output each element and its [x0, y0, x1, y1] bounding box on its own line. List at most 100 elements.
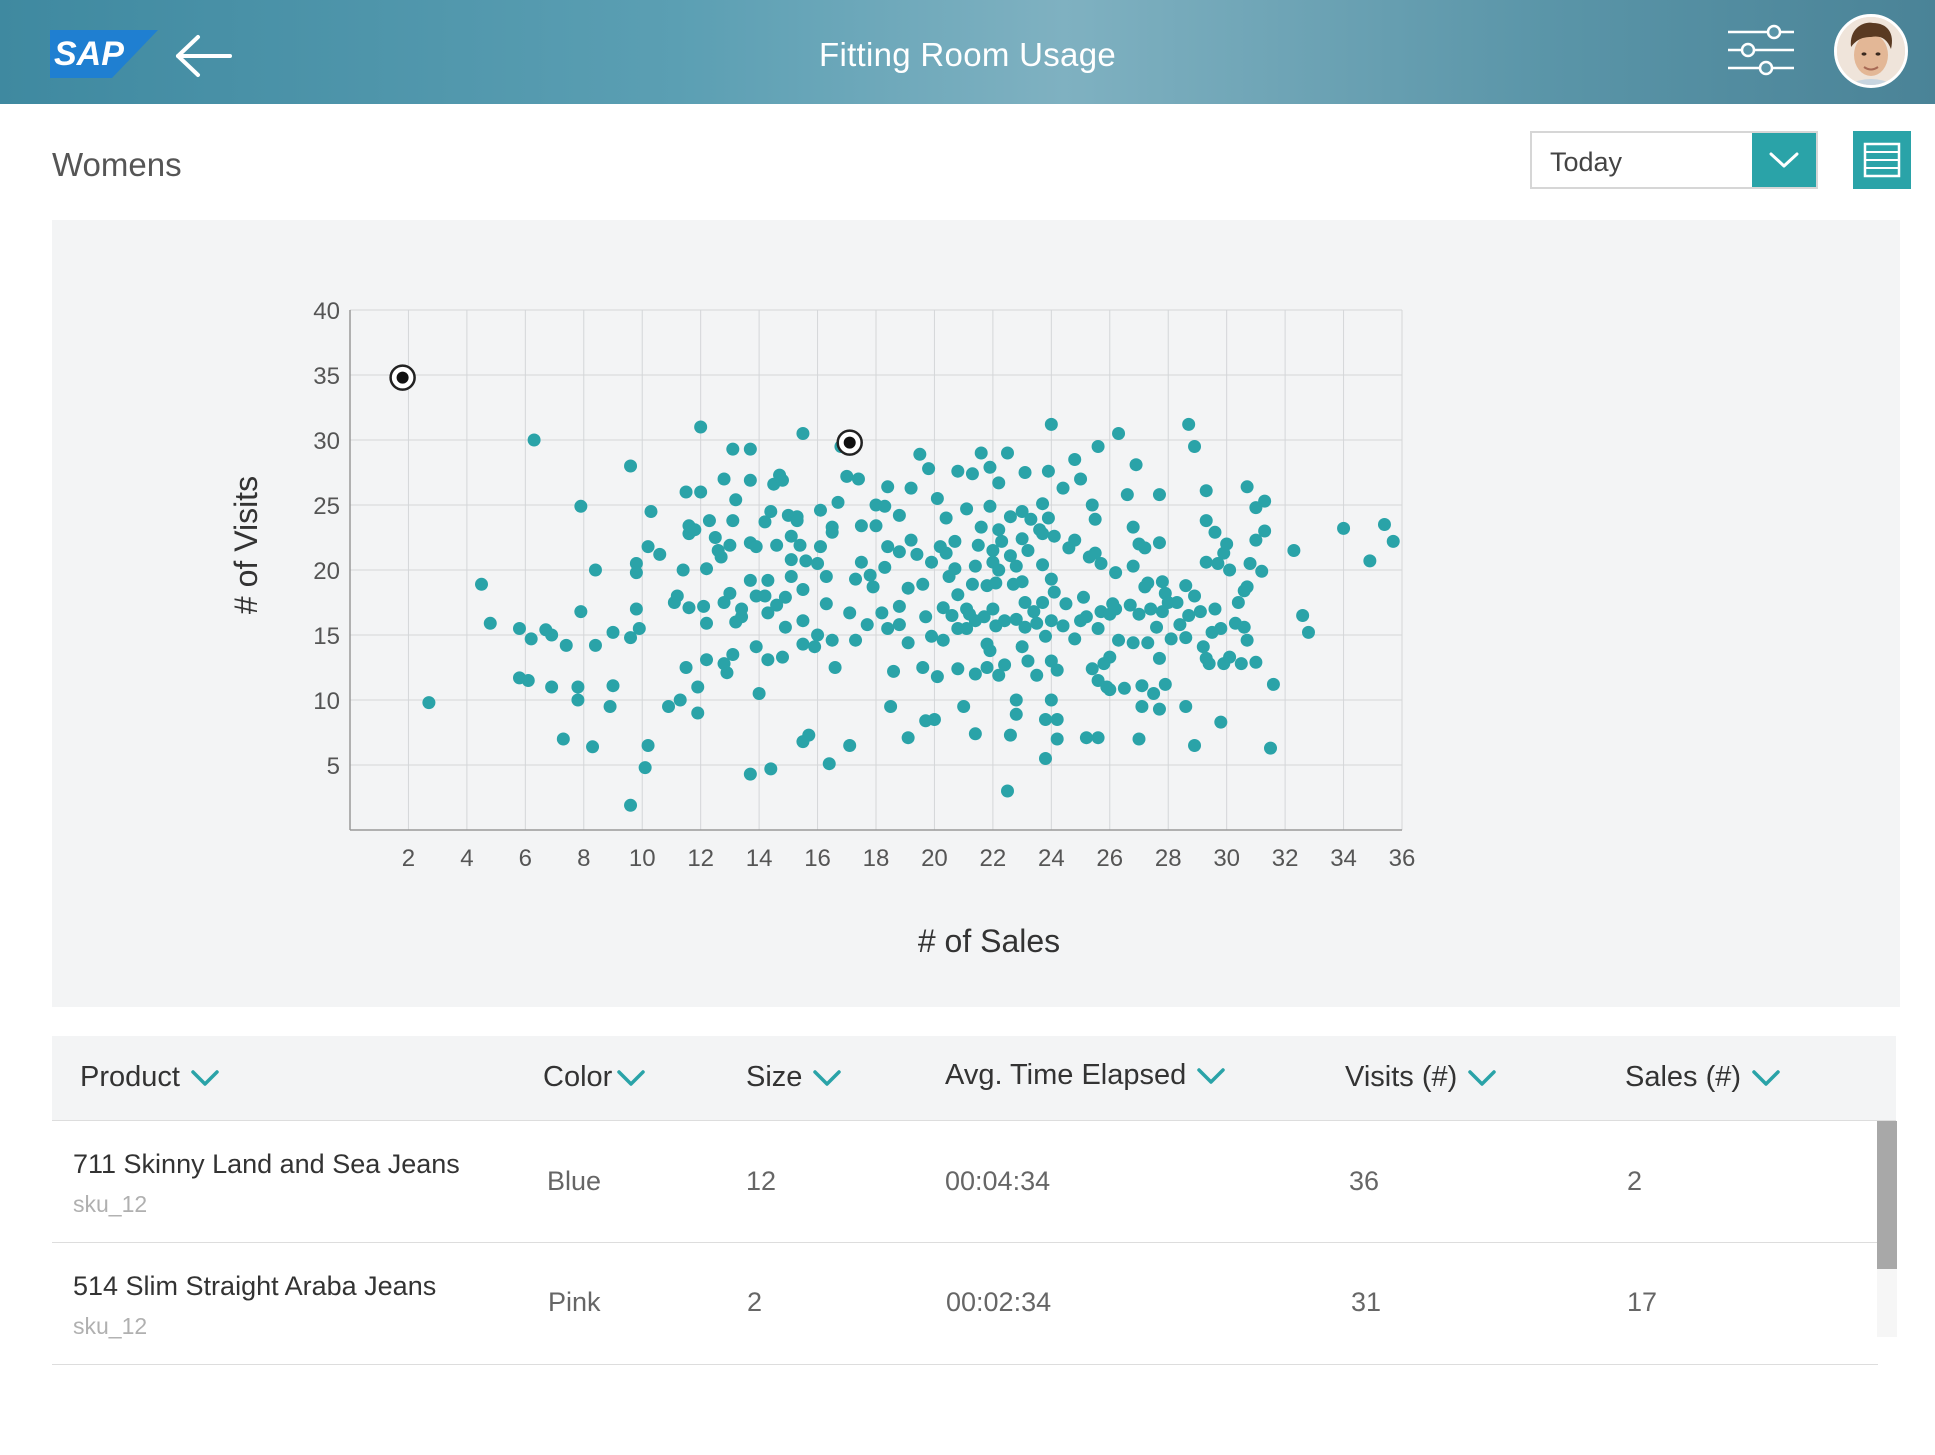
data-point[interactable] [1044, 572, 1058, 586]
data-point[interactable] [1079, 731, 1093, 745]
data-point[interactable] [1015, 575, 1029, 589]
data-point[interactable] [588, 638, 602, 652]
data-point[interactable] [1237, 620, 1251, 634]
data-point[interactable] [892, 599, 906, 613]
data-point[interactable] [1009, 559, 1023, 573]
data-point[interactable] [629, 602, 643, 616]
data-point[interactable] [1199, 555, 1213, 569]
data-point[interactable] [840, 469, 854, 483]
data-point[interactable] [1103, 683, 1117, 697]
data-point[interactable] [904, 533, 918, 547]
data-point[interactable] [887, 664, 901, 678]
data-point[interactable] [1056, 619, 1070, 633]
data-point[interactable] [951, 588, 965, 602]
data-point[interactable] [1287, 544, 1301, 557]
data-point[interactable] [1109, 602, 1123, 616]
data-point[interactable] [679, 485, 693, 499]
data-point[interactable] [545, 628, 559, 642]
data-point[interactable] [574, 499, 588, 513]
data-point[interactable] [682, 601, 696, 615]
data-point[interactable] [1018, 466, 1032, 479]
data-point[interactable] [1021, 544, 1035, 557]
data-point[interactable] [1041, 464, 1055, 478]
data-point[interactable] [726, 442, 740, 456]
data-point[interactable] [694, 420, 708, 434]
list-view-button[interactable] [1853, 131, 1911, 189]
data-point[interactable] [811, 557, 825, 570]
data-point[interactable] [1223, 650, 1237, 664]
data-point[interactable] [986, 602, 1000, 616]
data-point[interactable] [1038, 752, 1052, 765]
data-point[interactable] [881, 622, 895, 635]
data-point[interactable] [1138, 541, 1152, 555]
data-point[interactable] [1188, 589, 1202, 603]
data-point[interactable] [901, 636, 915, 650]
data-point[interactable] [992, 563, 1006, 577]
data-point[interactable] [1258, 524, 1272, 538]
column-header-product[interactable]: Product [80, 1061, 220, 1094]
data-point[interactable] [790, 514, 804, 528]
column-header-size[interactable]: Size [746, 1061, 842, 1094]
data-point[interactable] [1050, 713, 1064, 726]
data-point[interactable] [729, 493, 743, 507]
data-point[interactable] [884, 700, 898, 713]
data-point[interactable] [796, 637, 810, 651]
data-point[interactable] [1036, 558, 1050, 572]
data-point[interactable] [892, 545, 906, 559]
data-point[interactable] [1152, 536, 1166, 550]
data-point[interactable] [483, 616, 497, 630]
data-point[interactable] [694, 485, 708, 499]
dropdown-toggle[interactable] [1752, 133, 1816, 187]
data-point[interactable] [588, 563, 602, 577]
data-point[interactable] [743, 473, 757, 487]
scrollbar-thumb[interactable] [1877, 1121, 1897, 1269]
data-point[interactable] [1188, 739, 1202, 752]
data-point[interactable] [983, 499, 997, 513]
data-point[interactable] [743, 573, 757, 587]
data-point[interactable] [708, 531, 722, 544]
data-point[interactable] [919, 610, 933, 624]
data-point[interactable] [1264, 741, 1277, 755]
data-point[interactable] [1056, 481, 1070, 495]
data-point[interactable] [1117, 681, 1131, 695]
data-point[interactable] [653, 547, 667, 561]
table-scrollbar[interactable] [1877, 1121, 1897, 1337]
data-point[interactable] [910, 547, 924, 561]
data-point[interactable] [849, 572, 863, 586]
data-point[interactable] [1085, 498, 1099, 512]
data-point[interactable] [854, 519, 868, 533]
data-point[interactable] [1068, 533, 1082, 547]
data-point[interactable] [983, 460, 997, 474]
data-point[interactable] [1266, 677, 1280, 691]
data-point[interactable] [1015, 532, 1029, 546]
data-point[interactable] [624, 459, 638, 473]
data-point[interactable] [808, 640, 822, 654]
data-point[interactable] [1141, 636, 1155, 650]
highlighted-data-point[interactable] [389, 364, 416, 391]
data-point[interactable] [1094, 557, 1108, 570]
data-point[interactable] [1050, 732, 1064, 746]
data-point[interactable] [892, 618, 906, 632]
data-point[interactable] [825, 633, 839, 647]
data-point[interactable] [778, 590, 792, 604]
data-point[interactable] [1091, 440, 1105, 453]
data-point[interactable] [925, 555, 939, 569]
data-point[interactable] [638, 761, 652, 775]
data-point[interactable] [822, 757, 836, 771]
data-point[interactable] [644, 505, 658, 518]
data-point[interactable] [989, 576, 1003, 590]
data-point[interactable] [1044, 417, 1058, 431]
data-point[interactable] [1091, 622, 1105, 635]
data-point[interactable] [559, 638, 573, 652]
data-point[interactable] [878, 560, 892, 574]
data-point[interactable] [770, 538, 784, 552]
data-point[interactable] [1152, 702, 1166, 716]
data-point[interactable] [980, 661, 994, 674]
data-point[interactable] [702, 514, 716, 528]
data-point[interactable] [1021, 654, 1035, 668]
back-arrow-icon[interactable] [174, 34, 234, 78]
data-point[interactable] [1003, 510, 1017, 524]
data-point[interactable] [1129, 458, 1143, 472]
data-point[interactable] [793, 538, 807, 552]
data-point[interactable] [1036, 527, 1050, 541]
